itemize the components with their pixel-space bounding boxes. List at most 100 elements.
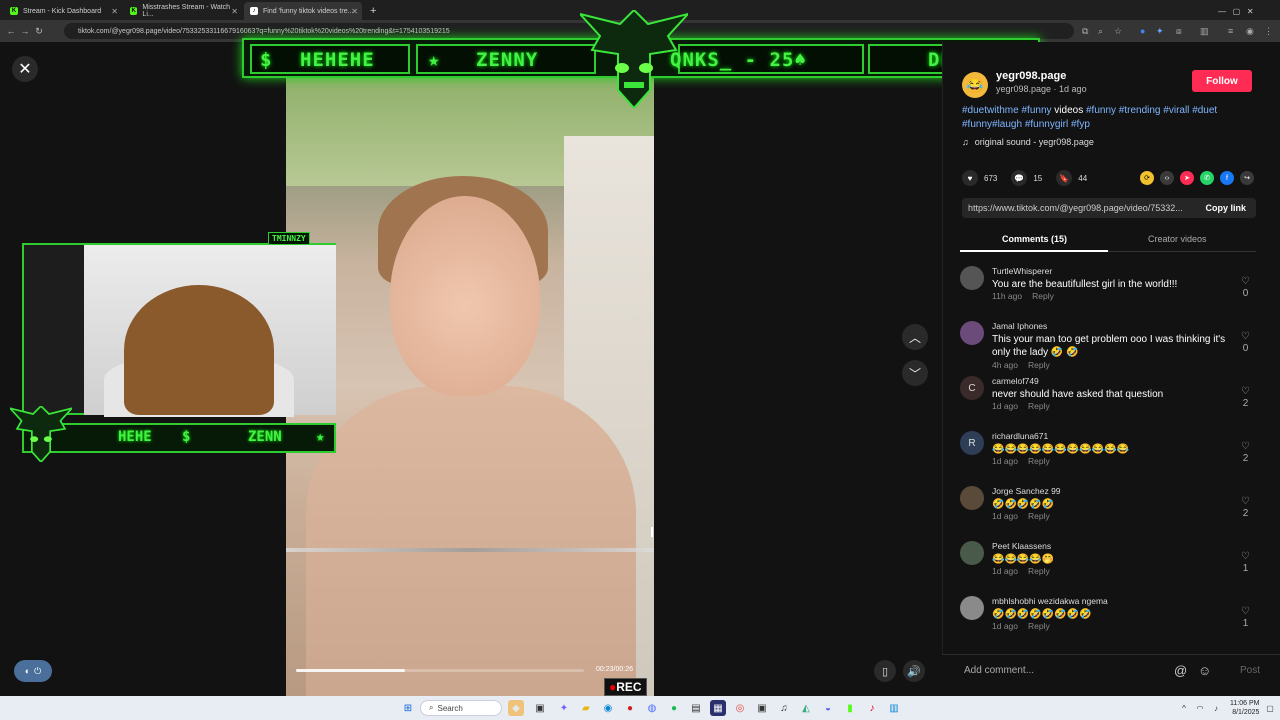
- bookmark-star-icon[interactable]: ☆: [1114, 26, 1122, 37]
- post-button[interactable]: Post: [1240, 665, 1260, 676]
- app-icon[interactable]: ◭: [798, 700, 814, 716]
- emoji-icon[interactable]: ☺: [1198, 663, 1211, 678]
- network-icon[interactable]: ◠: [1192, 700, 1208, 716]
- comment-author[interactable]: Peet Klaassens: [992, 541, 1051, 551]
- app-icon[interactable]: ◍: [644, 700, 660, 716]
- follow-button[interactable]: Follow: [1192, 70, 1252, 92]
- hashtag-link[interactable]: #funny#laugh: [962, 119, 1022, 130]
- close-button[interactable]: ✕: [12, 56, 38, 82]
- volume-icon[interactable]: ♪: [1208, 700, 1224, 716]
- reply-button[interactable]: Reply: [1028, 360, 1050, 370]
- hashtag-link[interactable]: #fyp: [1071, 119, 1090, 130]
- reply-button[interactable]: Reply: [1028, 621, 1050, 631]
- tab-comments[interactable]: Comments (15): [1002, 234, 1067, 244]
- comment-avatar[interactable]: [960, 266, 984, 290]
- send-icon[interactable]: ➤: [1180, 171, 1194, 185]
- task-view-icon[interactable]: ▣: [532, 700, 548, 716]
- browser-tab-kick-dashboard[interactable]: K Stream - Kick Dashboard ✕: [4, 2, 122, 20]
- repost-icon[interactable]: ⟳: [1140, 171, 1154, 185]
- hashtag-link[interactable]: #duet: [1192, 105, 1217, 116]
- mention-icon[interactable]: @: [1174, 663, 1187, 678]
- mini-player-icon[interactable]: ▯: [874, 660, 896, 682]
- embed-icon[interactable]: ‹›: [1160, 171, 1174, 185]
- app-icon[interactable]: ▤: [688, 700, 704, 716]
- notification-icon[interactable]: ▢: [1262, 700, 1278, 716]
- close-icon[interactable]: ✕: [111, 7, 118, 16]
- comment-like-button[interactable]: ♡ 0: [1241, 331, 1250, 355]
- url-field[interactable]: tiktok.com/@yegr098.page/video/753325331…: [64, 23, 1074, 39]
- zoom-icon[interactable]: ⌕: [1098, 26, 1103, 37]
- comment-like-button[interactable]: ♡ 2: [1241, 441, 1250, 465]
- file-explorer-icon[interactable]: ▰: [578, 700, 594, 716]
- chrome-icon[interactable]: ◎: [732, 700, 748, 716]
- comment-input[interactable]: Add comment...: [964, 665, 1034, 676]
- comment-author[interactable]: mbhlshobhi wezidakwa ngema: [992, 596, 1108, 606]
- browser-tab-tiktok[interactable]: ♪ Find 'funny tiktok videos tre... ✕: [244, 2, 362, 20]
- whatsapp-icon[interactable]: ✆: [1200, 171, 1214, 185]
- window-controls[interactable]: — ▢ ✕: [1212, 2, 1260, 20]
- kick-icon[interactable]: ▮: [842, 700, 858, 716]
- hashtag-link[interactable]: #trending: [1119, 105, 1161, 116]
- comment-avatar[interactable]: C: [960, 376, 984, 400]
- hashtag-link[interactable]: #funny: [1086, 105, 1116, 116]
- copy-link-button[interactable]: Copy link: [1195, 203, 1256, 213]
- app-icon[interactable]: ●: [622, 700, 638, 716]
- windows-start-icon[interactable]: ⊞: [400, 700, 416, 716]
- like-button[interactable]: ♥ 673: [962, 170, 997, 186]
- comment-author[interactable]: Jorge Sanchez 99: [992, 486, 1061, 496]
- reply-button[interactable]: Reply: [1028, 401, 1050, 411]
- menu-icon[interactable]: ≡: [1228, 26, 1233, 36]
- forward-icon[interactable]: →: [18, 26, 32, 36]
- taskbar-app-icon[interactable]: ◆: [508, 700, 524, 716]
- comment-avatar[interactable]: [960, 321, 984, 345]
- comment-avatar[interactable]: [960, 486, 984, 510]
- tiktok-icon[interactable]: ♪: [864, 700, 880, 716]
- more-icon[interactable]: ⋮: [1264, 26, 1273, 37]
- post-link[interactable]: https://www.tiktok.com/@yegr098.page/vid…: [968, 203, 1195, 213]
- comment-like-button[interactable]: ♡ 2: [1241, 386, 1250, 410]
- hashtag-link[interactable]: #funny: [1021, 105, 1051, 116]
- app-launcher-button[interactable]: ◐ ⏻: [14, 660, 52, 682]
- tray-chevron-icon[interactable]: ^: [1176, 700, 1192, 716]
- reply-button[interactable]: Reply: [1028, 566, 1050, 576]
- comment-author[interactable]: Jamal Iphones: [992, 321, 1047, 331]
- extensions-puzzle-icon[interactable]: ⧈: [1176, 26, 1182, 37]
- creator-username[interactable]: yegr098.page: [996, 70, 1066, 82]
- edge-icon[interactable]: ◉: [600, 700, 616, 716]
- comment-like-button[interactable]: ♡ 1: [1241, 551, 1250, 575]
- comment-author[interactable]: richardluna671: [992, 431, 1048, 441]
- previous-video-button[interactable]: ︿: [902, 324, 928, 350]
- profile-icon[interactable]: ◉: [1246, 26, 1254, 37]
- comment-avatar[interactable]: [960, 541, 984, 565]
- extension-icon[interactable]: ⧉: [1082, 26, 1088, 37]
- comment-avatar[interactable]: R: [960, 431, 984, 455]
- volume-icon[interactable]: 🔊: [903, 660, 925, 682]
- back-icon[interactable]: ←: [4, 26, 18, 36]
- comment-avatar[interactable]: [960, 596, 984, 620]
- reply-button[interactable]: Reply: [1032, 291, 1054, 301]
- app-icon[interactable]: ▥: [886, 700, 902, 716]
- facebook-icon[interactable]: f: [1220, 171, 1234, 185]
- sidebar-icon[interactable]: ▥: [1200, 26, 1209, 37]
- comment-like-button[interactable]: ♡ 1: [1241, 606, 1250, 630]
- app-icon[interactable]: ▣: [754, 700, 770, 716]
- save-button[interactable]: 🔖 44: [1056, 170, 1087, 186]
- extension-icon[interactable]: ✦: [1156, 26, 1164, 37]
- close-icon[interactable]: ✕: [351, 7, 358, 16]
- next-video-button[interactable]: ﹀: [902, 360, 928, 386]
- reply-button[interactable]: Reply: [1028, 456, 1050, 466]
- copilot-icon[interactable]: ✦: [556, 700, 572, 716]
- creator-avatar[interactable]: 😂: [962, 72, 988, 98]
- headset-icon[interactable]: ♫: [776, 700, 792, 716]
- sound-link[interactable]: ♫ original sound - yegr098.page: [962, 137, 1094, 147]
- hashtag-link[interactable]: #virall: [1163, 105, 1189, 116]
- app-icon[interactable]: ▦: [710, 700, 726, 716]
- taskbar-search[interactable]: ⌕ Search: [420, 700, 502, 716]
- extension-icon[interactable]: ●: [1140, 26, 1145, 36]
- comment-author[interactable]: TurtleWhisperer: [992, 266, 1052, 276]
- browser-tab-misstrashes[interactable]: K Misstrashes Stream - Watch Li... ✕: [124, 2, 242, 20]
- comment-like-button[interactable]: ♡ 0: [1241, 276, 1250, 300]
- share-icon[interactable]: ↪: [1240, 171, 1254, 185]
- new-tab-button[interactable]: +: [364, 2, 380, 20]
- hashtag-link[interactable]: #duetwithme: [962, 105, 1019, 116]
